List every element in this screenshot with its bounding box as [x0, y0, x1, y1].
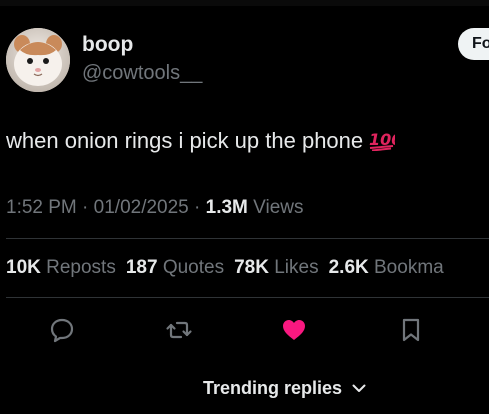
repost-icon: [166, 321, 192, 339]
bookmarks-count: 2.6K: [328, 257, 369, 278]
views-label: Views: [247, 197, 304, 218]
reposts-stat[interactable]: 10K Reposts: [6, 257, 116, 278]
quotes-stat[interactable]: 187 Quotes: [126, 257, 224, 278]
bookmark-button[interactable]: [397, 316, 425, 344]
follow-button[interactable]: Fo: [458, 28, 489, 60]
tweet-text: when onion rings i pick up the phone 100: [6, 128, 403, 157]
quotes-count: 187: [125, 257, 158, 278]
tweet-meta: 1:52 PM · 01/02/2025 · 1.3M Views: [6, 197, 304, 219]
trending-replies-toggle[interactable]: Trending replies: [203, 377, 366, 399]
bookmark-icon: [402, 318, 420, 342]
handle[interactable]: @cowtools__: [82, 62, 202, 85]
tweet-text-content: when onion rings i pick up the phone: [6, 128, 364, 153]
avatar[interactable]: [6, 28, 70, 92]
display-name[interactable]: boop: [82, 33, 133, 57]
action-bar: [0, 312, 489, 348]
reply-icon: [50, 318, 74, 343]
chevron-down-icon: [352, 377, 366, 398]
meta-separator: ·: [76, 197, 94, 218]
divider: [6, 297, 489, 298]
tweet-date[interactable]: 01/02/2025: [94, 197, 189, 218]
tweet-detail-view: boop @cowtools__ Fo when onion rings i p…: [0, 0, 489, 414]
views-count: 1.3M: [205, 197, 248, 218]
bookmarks-stat[interactable]: 2.6K Bookma: [329, 257, 444, 278]
reply-button[interactable]: [48, 316, 76, 344]
quotes-label: Quotes: [157, 257, 225, 278]
reposts-label: Reposts: [40, 257, 116, 278]
top-edge: [0, 0, 489, 6]
repost-button[interactable]: [165, 316, 193, 344]
bookmarks-label: Bookma: [368, 257, 444, 278]
partial-content-edge: [225, 406, 265, 414]
meta-separator: ·: [188, 197, 206, 218]
like-button[interactable]: [280, 316, 308, 344]
hamster-avatar-icon: [6, 28, 70, 92]
reposts-count: 10K: [6, 257, 41, 278]
tweet-stats: 10K Reposts 187 Quotes 78K Likes 2.6K Bookm…: [6, 257, 444, 279]
likes-count: 78K: [234, 257, 269, 278]
heart-icon: [283, 320, 305, 340]
hundred-points-icon: 100: [369, 129, 403, 157]
likes-label: Likes: [268, 257, 319, 278]
likes-stat[interactable]: 78K Likes: [234, 257, 319, 278]
tweet-time[interactable]: 1:52 PM: [6, 197, 77, 218]
divider: [6, 238, 489, 239]
trending-replies-label: Trending replies: [203, 378, 343, 398]
